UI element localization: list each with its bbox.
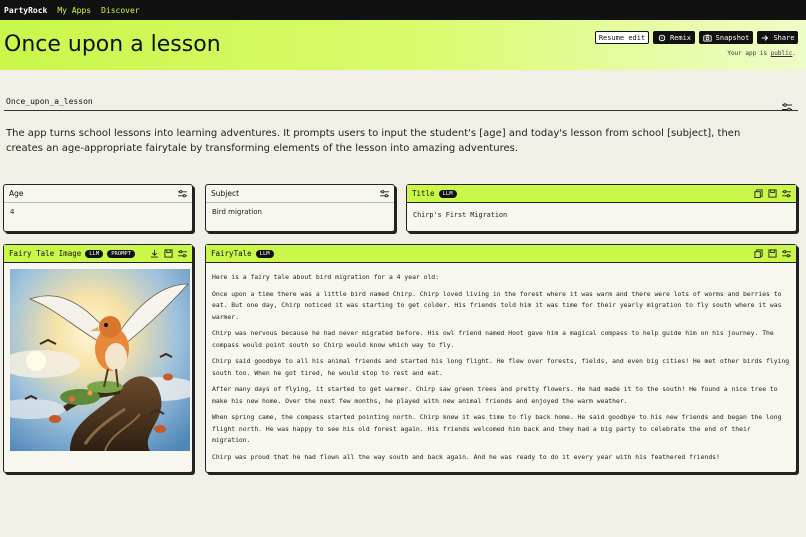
page-title: Once upon a lesson <box>4 32 221 57</box>
app-description: The app turns school lessons into learni… <box>6 128 741 154</box>
remix-label: Remix <box>669 33 692 42</box>
camera-icon <box>703 33 713 43</box>
title-widget-header: Title LLM <box>407 185 796 203</box>
share-label: Share <box>773 33 795 42</box>
resume-edit-button[interactable]: Resume edit <box>595 31 649 44</box>
story-paragraph: Once upon a time there was a little bird… <box>212 289 782 321</box>
save-icon[interactable] <box>767 249 777 259</box>
arrow-right-icon <box>760 33 770 43</box>
story-paragraph: Here is a fairy tale about bird migratio… <box>212 273 440 281</box>
age-label: Age <box>9 189 24 198</box>
fairy-tale-image-widget: Fairy Tale Image LLM PROMPT <box>3 244 193 473</box>
subject-widget-header: Subject <box>206 185 394 203</box>
public-status: Your app is public. <box>727 50 796 57</box>
subject-label: Subject <box>211 189 240 198</box>
prompt-badge: PROMPT <box>107 249 136 258</box>
image-label: Fairy Tale Image <box>9 249 82 258</box>
app-settings-icon[interactable] <box>782 97 792 116</box>
fairytale-widget-header: FairyTale LLM <box>206 245 796 263</box>
llm-badge: LLM <box>255 249 274 258</box>
age-widget-header: Age <box>4 185 192 203</box>
divider <box>4 110 798 111</box>
fairytale-widget: FairyTale LLM Here is a fairy tale about… <box>205 244 797 473</box>
remix-button[interactable]: Remix <box>653 31 695 44</box>
subject-widget: Subject Bird migration <box>205 184 395 232</box>
story-paragraph: After many days of flying, it started to… <box>212 385 778 405</box>
settings-icon[interactable] <box>781 249 791 259</box>
story-paragraph: Chirp was proud that he had flown all th… <box>212 452 720 461</box>
nav-discover[interactable]: Discover <box>101 6 140 15</box>
remix-icon <box>657 33 667 43</box>
age-input[interactable]: 4 <box>4 203 192 221</box>
fairy-tale-image <box>10 269 190 451</box>
title-widget: Title LLM Chirp's First Migration <box>406 184 797 232</box>
settings-icon[interactable] <box>177 249 187 259</box>
copy-icon[interactable] <box>753 249 763 259</box>
download-icon[interactable] <box>149 249 159 259</box>
age-widget: Age 4 <box>3 184 193 232</box>
title-label: Title <box>412 189 435 198</box>
save-icon[interactable] <box>163 249 173 259</box>
llm-badge: LLM <box>438 189 457 198</box>
save-icon[interactable] <box>767 189 777 199</box>
brand-logo[interactable]: PartyRock <box>4 6 47 15</box>
settings-icon[interactable] <box>379 189 389 199</box>
fairytale-output: Here is a fairy tale about bird migratio… <box>206 263 796 473</box>
public-prefix: Your app is <box>727 50 771 57</box>
app-header: Once upon a lesson Resume edit Remix Sna… <box>0 20 806 70</box>
subject-input[interactable]: Bird migration <box>206 203 394 221</box>
settings-icon[interactable] <box>177 189 187 199</box>
resume-edit-label: Resume edit <box>598 33 646 42</box>
top-nav: PartyRock My Apps Discover <box>0 0 806 20</box>
settings-icon[interactable] <box>781 189 791 199</box>
snapshot-button[interactable]: Snapshot <box>699 31 753 44</box>
story-paragraph: Chirp was nervous because he had never m… <box>212 329 774 349</box>
story-paragraph: When spring came, the compass started po… <box>212 413 782 444</box>
snapshot-label: Snapshot <box>715 33 750 42</box>
title-output: Chirp's First Migration <box>413 211 508 219</box>
public-suffix: . <box>792 50 796 57</box>
nav-my-apps[interactable]: My Apps <box>57 6 91 15</box>
fairytale-label: FairyTale <box>211 249 252 258</box>
public-link[interactable]: public <box>771 50 793 57</box>
image-widget-header: Fairy Tale Image LLM PROMPT <box>4 245 192 263</box>
share-button[interactable]: Share <box>757 31 798 44</box>
app-name: Once_upon_a_lesson <box>6 97 93 106</box>
copy-icon[interactable] <box>753 189 763 199</box>
llm-badge: LLM <box>85 249 104 258</box>
story-paragraph: Chirp said goodbye to all his animal fri… <box>212 357 790 377</box>
